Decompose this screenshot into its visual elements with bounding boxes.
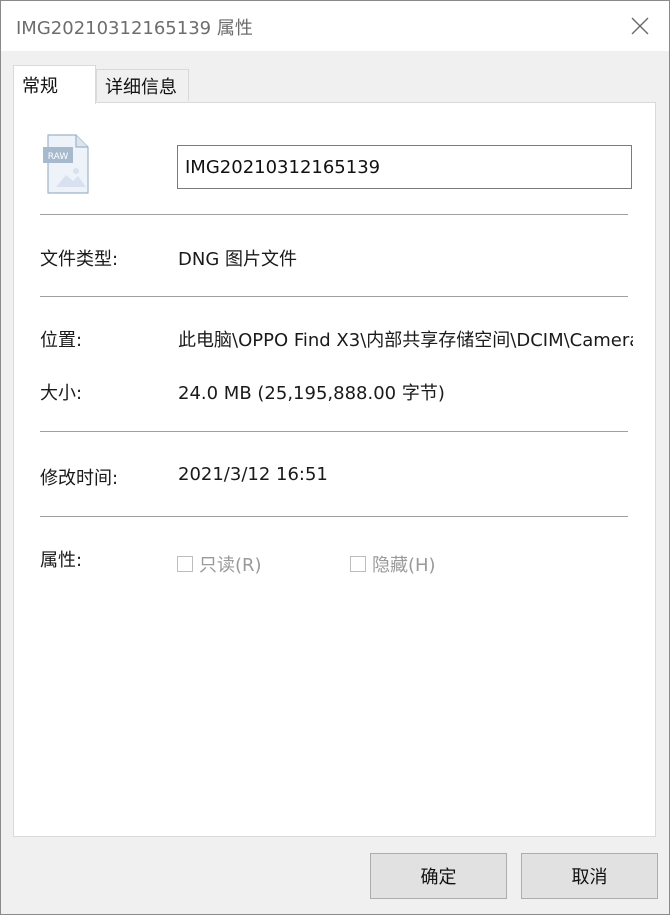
tab-strip: 常规 详细信息 (13, 65, 658, 104)
svg-text:RAW: RAW (48, 152, 69, 162)
divider (40, 516, 628, 517)
cancel-button[interactable]: 取消 (521, 853, 658, 899)
size-value: 24.0 MB (25,195,888.00 字节) (178, 383, 445, 404)
readonly-checkbox-label: 只读(R) (199, 555, 262, 576)
readonly-checkbox-box[interactable] (177, 556, 193, 572)
tab-general-label: 常规 (22, 76, 58, 97)
file-name-input[interactable] (177, 145, 632, 189)
divider (40, 431, 628, 432)
title-bar[interactable]: IMG20210312165139 属性 (1, 1, 669, 51)
divider (40, 214, 628, 215)
hidden-checkbox-label: 隐藏(H) (372, 555, 436, 576)
location-label: 位置: (40, 330, 83, 351)
properties-dialog: IMG20210312165139 属性 常规 详细信息 RAW 文件类型: D… (0, 0, 670, 915)
general-panel: RAW 文件类型: DNG 图片文件 位置: 此电脑\OPPO Find X3\… (13, 102, 656, 837)
close-icon (631, 17, 649, 35)
close-button[interactable] (611, 1, 669, 51)
window-title: IMG20210312165139 属性 (16, 18, 253, 39)
divider (40, 296, 628, 297)
tab-details-label: 详细信息 (105, 76, 177, 98)
readonly-checkbox[interactable]: 只读(R) (177, 551, 262, 577)
location-value[interactable]: 此电脑\OPPO Find X3\内部共享存储空间\DCIM\Camera (178, 326, 633, 352)
hidden-checkbox-box[interactable] (350, 556, 366, 572)
tab-general[interactable]: 常规 (13, 65, 96, 104)
modified-value: 2021/3/12 16:51 (178, 464, 328, 485)
file-type-label: 文件类型: (40, 249, 119, 270)
ok-button[interactable]: 确定 (370, 853, 507, 899)
tab-details[interactable]: 详细信息 (96, 69, 189, 101)
raw-file-icon: RAW (43, 134, 89, 194)
modified-label: 修改时间: (40, 468, 119, 489)
hidden-checkbox[interactable]: 隐藏(H) (350, 551, 436, 577)
size-label: 大小: (40, 383, 83, 404)
attributes-label: 属性: (40, 550, 83, 571)
file-type-value: DNG 图片文件 (178, 249, 297, 270)
